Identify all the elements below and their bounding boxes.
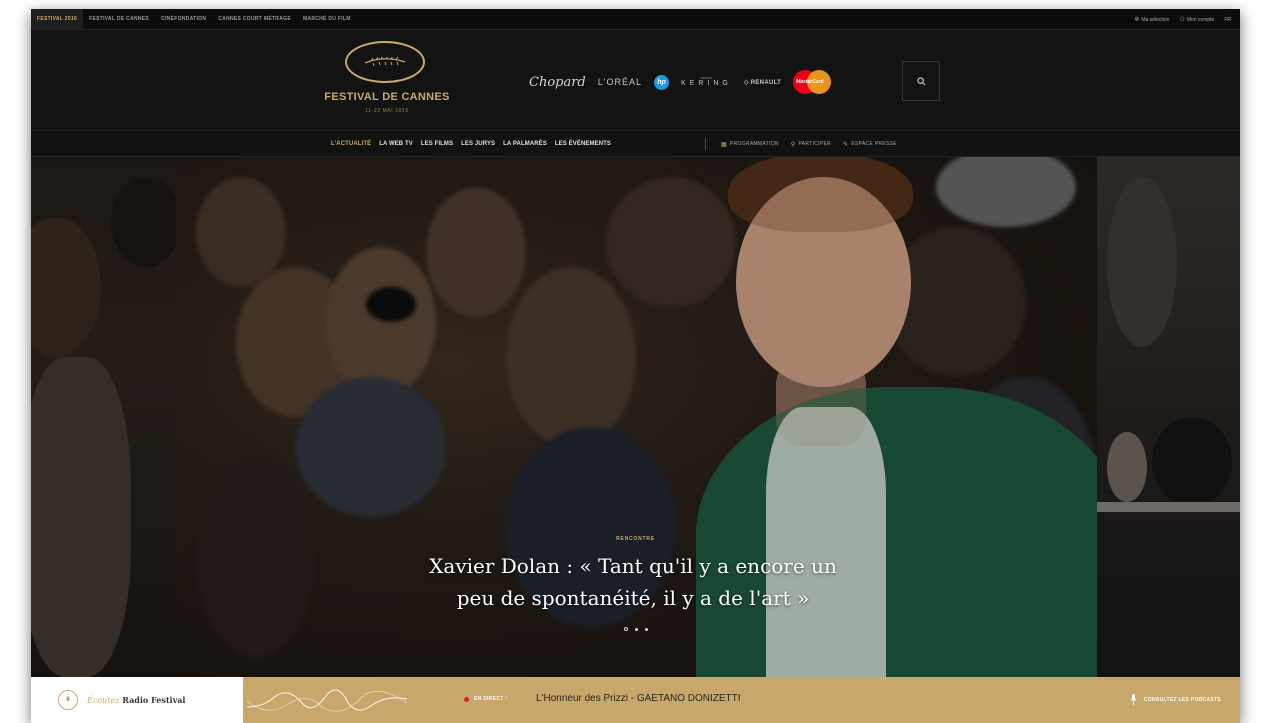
shirt-highlight xyxy=(766,407,886,677)
search-button[interactable] xyxy=(902,61,940,101)
sponsor-hp-logo[interactable]: hp xyxy=(654,74,670,90)
now-playing-title: L'Honneur des Prizzi - GAETANO DONIZETTI xyxy=(536,693,741,704)
pen-icon: ✎ xyxy=(843,141,849,148)
pause-button[interactable]: II xyxy=(58,690,78,710)
site-header: FESTIVAL DE CANNES 11-22 MAI 2016 Chopar… xyxy=(31,30,1240,130)
radio-listen-label: Écoutez xyxy=(87,696,120,705)
logo-dates: 11-22 MAI 2016 xyxy=(365,108,409,114)
live-indicator-icon xyxy=(464,697,469,702)
microphone-icon xyxy=(1130,694,1137,705)
mastercard-label: MasterCard xyxy=(796,79,824,85)
nav-espace-presse[interactable]: ✎ ESPACE PRESSE xyxy=(837,141,903,148)
nav-participer[interactable]: ⚲ PARTICIPER xyxy=(785,141,837,148)
podcasts-label: CONSULTEZ LES PODCASTS xyxy=(1143,696,1221,703)
podcasts-link[interactable]: CONSULTEZ LES PODCASTS xyxy=(1130,694,1221,705)
sponsor-loreal-logo[interactable]: L'ORÉAL xyxy=(598,77,642,87)
link-marche-du-film[interactable]: MARCHÉ DU FILM xyxy=(297,9,357,30)
sponsor-kering-logo[interactable]: KERING KERING xyxy=(681,77,732,88)
hero-category: RENCONTRE xyxy=(616,536,655,542)
carousel-dots xyxy=(31,627,1240,631)
hero-headline[interactable]: Xavier Dolan : « Tant qu'il y a encore u… xyxy=(181,550,1085,614)
radio-name: Radio Festival xyxy=(122,695,186,705)
pause-icon: II xyxy=(66,697,70,703)
nav-divider xyxy=(705,137,706,151)
hero-headline-line-2: peu de spontanéité, il y a de l'art » xyxy=(456,586,810,610)
search-icon xyxy=(916,76,925,85)
calendar-icon: ▦ xyxy=(721,141,727,148)
user-icon: ⚇ xyxy=(1179,17,1185,23)
my-account-label: Mon compte xyxy=(1186,16,1215,23)
nav-palmares[interactable]: LA PALMARÈS xyxy=(499,141,551,147)
hero-carousel[interactable]: RENCONTRE Xavier Dolan : « Tant qu'il y … xyxy=(31,157,1240,677)
nav-jurys[interactable]: LES JURYS xyxy=(457,141,499,147)
next-slide-overlay xyxy=(1097,157,1240,677)
radio-player: II Écoutez Radio Festival xyxy=(31,677,243,723)
nav-actualite[interactable]: L'ACTUALITÉ xyxy=(327,141,375,147)
prev-slide-overlay xyxy=(31,157,176,677)
network-links: FESTIVAL 2016 FESTIVAL DE CANNES CINÉFON… xyxy=(31,9,357,30)
carousel-dot-3[interactable] xyxy=(644,628,648,631)
palm-icon xyxy=(364,57,406,67)
nav-web-tv[interactable]: LA WEB TV xyxy=(375,141,417,147)
nav-programmation[interactable]: ▦ PROGRAMMATION xyxy=(715,141,785,148)
kering-label: KERING xyxy=(681,80,732,87)
nav-espace-presse-label: ESPACE PRESSE xyxy=(851,141,897,147)
star-icon: ✲ xyxy=(1134,17,1140,23)
carousel-dot-2[interactable] xyxy=(634,628,638,631)
carousel-dot-1[interactable] xyxy=(623,627,628,631)
link-festival-2016[interactable]: FESTIVAL 2016 xyxy=(31,9,84,30)
my-account-link[interactable]: ⚇ Mon compte xyxy=(1174,16,1219,24)
browser-page: FESTIVAL 2016 FESTIVAL DE CANNES CINÉFON… xyxy=(31,9,1240,723)
my-selection-link[interactable]: ✲ Ma sélection xyxy=(1129,16,1174,24)
sound-wave-icon xyxy=(247,689,407,712)
link-court-metrage[interactable]: CANNES COURT MÉTRAGE xyxy=(212,9,297,30)
link-cinefondation[interactable]: CINÉFONDATION xyxy=(155,9,212,30)
logo-title: FESTIVAL DE CANNES xyxy=(324,91,450,103)
sponsor-chopard-logo[interactable]: Chopard xyxy=(529,75,586,90)
jacket-highlight xyxy=(696,387,1097,677)
secondary-nav: ▦ PROGRAMMATION ⚲ PARTICIPER ✎ ESPACE PRESS… xyxy=(715,131,903,157)
sponsor-mastercard-logo[interactable]: MasterCard xyxy=(793,70,832,94)
face-highlight xyxy=(736,177,911,387)
utility-bar: FESTIVAL 2016 FESTIVAL DE CANNES CINÉFON… xyxy=(31,9,1240,30)
radio-title: Écoutez Radio Festival xyxy=(87,695,185,705)
language-label: FR xyxy=(1224,16,1231,23)
sponsor-strip: Chopard L'ORÉAL hp KERING KERING ◇ RENAU… xyxy=(529,70,843,94)
link-festival-de-cannes[interactable]: FESTIVAL DE CANNES xyxy=(83,9,155,30)
nav-evenements[interactable]: LES ÉVÉNEMENTS xyxy=(551,141,615,147)
primary-nav: L'ACTUALITÉ LA WEB TV LES FILMS LES JURY… xyxy=(327,131,615,157)
nav-programmation-label: PROGRAMMATION xyxy=(729,141,779,147)
live-label: EN DIRECT : xyxy=(474,696,508,702)
language-switch[interactable]: FR xyxy=(1219,17,1236,23)
sponsor-renault-logo[interactable]: ◇ RENAULT xyxy=(744,79,781,86)
renault-label: RENAULT xyxy=(750,79,782,86)
pin-icon: ⚲ xyxy=(790,141,796,148)
hero-headline-line-1: Xavier Dolan : « Tant qu'il y a encore u… xyxy=(429,554,837,578)
nav-films[interactable]: LES FILMS xyxy=(417,141,457,147)
my-selection-label: Ma sélection xyxy=(1141,16,1170,23)
main-navigation: L'ACTUALITÉ LA WEB TV LES FILMS LES JURY… xyxy=(31,130,1240,157)
nav-participer-label: PARTICIPER xyxy=(798,141,832,147)
festival-logo[interactable]: FESTIVAL DE CANNES 11-22 MAI 2016 xyxy=(313,39,461,124)
account-links: ✲ Ma sélection ⚇ Mon compte FR xyxy=(1129,9,1236,30)
radio-player-bar: II Écoutez Radio Festival EN DIRECT : L'… xyxy=(31,677,1240,723)
